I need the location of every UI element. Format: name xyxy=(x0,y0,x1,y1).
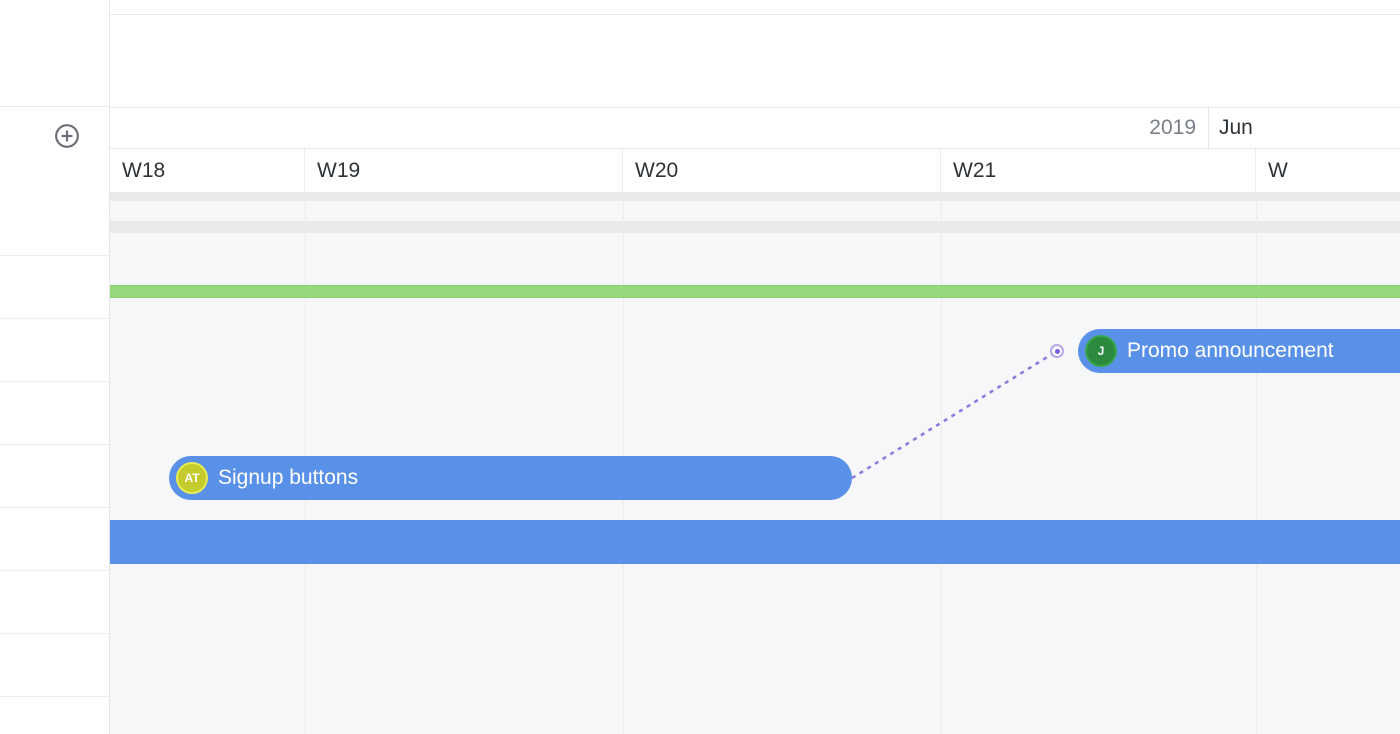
avatar: AT xyxy=(176,462,208,494)
group-bar-green[interactable] xyxy=(110,285,1400,298)
grid-line xyxy=(941,193,942,734)
sidebar-row[interactable] xyxy=(0,382,109,445)
task-bar-full[interactable] xyxy=(110,520,1400,564)
week-column[interactable]: W18 xyxy=(110,149,305,192)
year-label: 2019 xyxy=(1149,116,1208,140)
timeline-header-year: 2019 Jun xyxy=(110,107,1400,149)
sidebar xyxy=(0,0,110,734)
sidebar-row[interactable] xyxy=(0,571,109,634)
grid-line xyxy=(1256,193,1257,734)
separator-band xyxy=(110,193,1400,201)
month-label[interactable]: Jun xyxy=(1208,108,1400,148)
week-column[interactable]: W20 xyxy=(623,149,941,192)
task-label: Signup buttons xyxy=(218,466,358,490)
add-button[interactable] xyxy=(54,123,80,149)
sidebar-row[interactable] xyxy=(0,634,109,697)
sidebar-rows xyxy=(0,193,109,734)
sidebar-header-gap xyxy=(0,0,109,107)
sidebar-row[interactable] xyxy=(0,193,109,256)
timeline-canvas[interactable]: AT Signup buttons J Promo announcement xyxy=(110,193,1400,734)
top-divider xyxy=(0,14,1400,15)
plus-circle-icon xyxy=(54,123,80,149)
week-column[interactable]: W xyxy=(1256,149,1400,192)
dependency-handle[interactable] xyxy=(1050,344,1064,358)
timeline-header-weeks: W18W19W20W21W xyxy=(110,149,1400,193)
separator-band xyxy=(110,221,1400,233)
week-column[interactable]: W19 xyxy=(305,149,623,192)
task-bar-promo-announcement[interactable]: J Promo announcement xyxy=(1078,329,1400,373)
task-label: Promo announcement xyxy=(1127,339,1334,363)
sidebar-row[interactable] xyxy=(0,508,109,571)
sidebar-row[interactable] xyxy=(0,319,109,382)
sidebar-row[interactable] xyxy=(0,256,109,319)
avatar: J xyxy=(1085,335,1117,367)
task-bar-signup-buttons[interactable]: AT Signup buttons xyxy=(169,456,852,500)
week-column[interactable]: W21 xyxy=(941,149,1256,192)
dependency-line xyxy=(842,341,1067,488)
sidebar-row[interactable] xyxy=(0,445,109,508)
